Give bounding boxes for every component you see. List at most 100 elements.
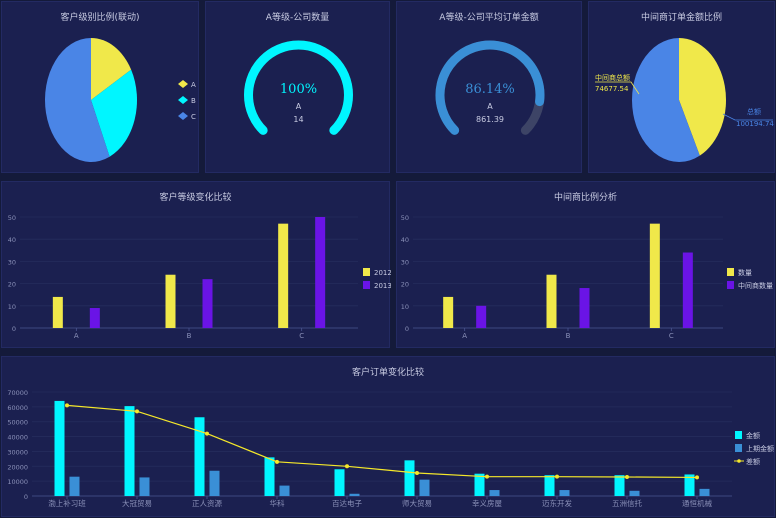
combo-bar-1-9 <box>699 488 710 496</box>
combo-bar-1-4 <box>349 493 360 496</box>
combo-xtick-3: 华科 <box>270 498 285 508</box>
combo-ytick-5: 50000 <box>7 419 28 427</box>
pie1-chart: ABC <box>45 37 196 162</box>
combo-ytick-2: 20000 <box>7 463 28 471</box>
combo-line-point-2 <box>205 431 209 436</box>
bar1-bar-1-0 <box>89 308 100 328</box>
pie1-legend-marker-0 <box>178 80 188 88</box>
bar1-bar-0-0 <box>52 296 63 328</box>
combo-panel: 客户订单变化比较 0 10000 20000 30000 40000 50000 60000… <box>1 356 775 517</box>
combo-bar-1-0 <box>69 476 80 496</box>
bar1-ytick-0: 0 <box>12 325 16 333</box>
bar2-bar-0-0 <box>443 296 454 328</box>
combo-bar-0-7 <box>544 475 555 496</box>
bar1-ytick-1: 10 <box>8 303 16 311</box>
combo-xtick-2: 正人资源 <box>192 498 222 508</box>
combo-xtick-6: 幸义房屋 <box>472 498 502 508</box>
combo-legend-label-0: 金额 <box>746 431 760 440</box>
combo-bar-0-0 <box>54 400 65 496</box>
bar1-ytick-5: 50 <box>8 214 16 222</box>
combo-xtick-5: 师大贸易 <box>402 498 432 508</box>
combo-bar-1-2 <box>209 470 220 496</box>
pie1-legend-label-0: A <box>191 81 196 89</box>
gauge1-value: 14 <box>293 115 303 124</box>
combo-line-point-1 <box>135 409 139 414</box>
combo-bar-0-1 <box>124 406 135 496</box>
pie1-legend-marker-2 <box>178 112 188 120</box>
combo-line-point-3 <box>275 459 279 464</box>
combo-legend-marker-0 <box>735 431 742 439</box>
bar1-ytick-2: 20 <box>8 281 16 289</box>
bar2-ytick-3: 30 <box>401 258 409 266</box>
combo-ytick-0: 0 <box>24 493 28 501</box>
bar1-legend-marker-1 <box>363 281 370 289</box>
pie2-label-name-0: 中间商总额 <box>595 73 630 82</box>
combo-xtick-7: 迈东开发 <box>542 498 572 508</box>
bar1-xtick-2: C <box>299 332 304 340</box>
pie2-panel: 中间商订单金额比例 中间商总额 74677.54 总额 100194.74 <box>588 1 775 173</box>
bar2-bar-0-1 <box>546 274 557 328</box>
bar2-legend-marker-1 <box>727 281 734 289</box>
combo-line-point-7 <box>555 474 559 479</box>
bar2-bar-1-2 <box>682 252 693 328</box>
bar2-bar-1-0 <box>476 305 487 328</box>
bar1-bar-1-2 <box>315 217 326 328</box>
bar1-chart: 0 10 20 30 40 50 A B C 2012 2013 <box>8 214 391 340</box>
bar2-legend-marker-0 <box>727 268 734 276</box>
bar1-legend-marker-0 <box>363 268 370 276</box>
gauge2-percent: 86.14% <box>465 82 515 97</box>
combo-ytick-7: 70000 <box>7 389 28 397</box>
combo-ytick-6: 60000 <box>7 404 28 412</box>
combo-bar-1-8 <box>629 490 640 496</box>
pie1-panel: 客户级别比例(联动) ABC <box>1 1 199 173</box>
pie2-label-value-0: 74677.54 <box>595 85 629 93</box>
bar2-bar-1-1 <box>579 288 590 328</box>
bar2-bar-0-2 <box>649 223 660 328</box>
combo-bar-1-5 <box>419 479 430 496</box>
pie1-legend-marker-1 <box>178 96 188 104</box>
bar2-panel: 中间商比例分析 0 10 20 30 40 50 A B C 数量 中间商数量 <box>396 181 775 348</box>
gauge1-percent: 100% <box>280 82 317 97</box>
combo-bar-0-2 <box>194 417 205 496</box>
gauge1-name: A <box>296 102 302 111</box>
pie1-legend-label-1: B <box>191 97 196 105</box>
combo-line-point-9 <box>695 475 699 480</box>
bar1-legend-label-0: 2012 <box>374 269 391 277</box>
combo-xtick-1: 大冠贸易 <box>122 498 152 508</box>
bar2-xtick-1: B <box>566 332 571 340</box>
bar2-ytick-4: 40 <box>401 236 409 244</box>
combo-ytick-1: 10000 <box>7 478 28 486</box>
bar1-xtick-1: B <box>187 332 192 340</box>
combo-xtick-8: 五洲信托 <box>612 498 642 508</box>
combo-legend-marker-1 <box>735 444 742 452</box>
bar2-xtick-2: C <box>669 332 674 340</box>
combo-bar-0-8 <box>614 475 625 496</box>
bar2-chart: 0 10 20 30 40 50 A B C 数量中间商数量 <box>401 214 773 340</box>
bar2-ytick-2: 20 <box>401 281 409 289</box>
combo-bar-0-3 <box>264 457 275 496</box>
bar1-xtick-0: A <box>74 332 79 340</box>
combo-line-point-5 <box>415 470 419 475</box>
bar1-bar-0-2 <box>278 223 289 328</box>
bar2-xtick-0: A <box>462 332 467 340</box>
combo-line-point-0 <box>65 403 69 408</box>
bar2-legend-label-0: 数量 <box>738 268 752 277</box>
gauge2-chart: 86.14% A 861.39 <box>435 40 545 135</box>
combo-legend-dot-2 <box>737 459 741 463</box>
combo-bar-1-3 <box>279 485 290 496</box>
pie2-label-value-1: 100194.74 <box>736 120 774 128</box>
combo-chart: 0 10000 20000 30000 40000 50000 60000 70000 渤上补习… <box>7 389 774 508</box>
combo-line-point-8 <box>625 474 629 479</box>
gauge2-name: A <box>487 102 493 111</box>
combo-bar-1-1 <box>139 477 150 496</box>
gauge2-value: 861.39 <box>476 115 504 124</box>
combo-xtick-9: 通恒机械 <box>682 498 712 508</box>
bar1-ytick-3: 30 <box>8 258 16 266</box>
combo-bar-0-4 <box>334 469 345 496</box>
combo-bar-1-6 <box>489 490 500 496</box>
bar2-legend-label-1: 中间商数量 <box>738 281 773 290</box>
combo-xtick-0: 渤上补习班 <box>48 498 86 508</box>
gauge2-panel: A等级-公司平均订单金额 86.14% A 861.39 <box>396 1 582 173</box>
bar1-legend-label-1: 2013 <box>374 282 391 290</box>
gauge1-panel: A等级-公司数量 100% A 14 <box>205 1 390 173</box>
